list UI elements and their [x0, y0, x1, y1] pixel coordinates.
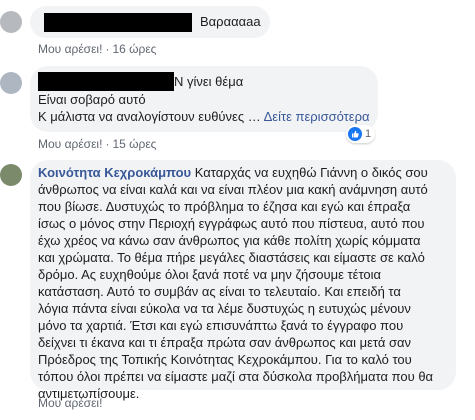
avatar[interactable] — [0, 164, 22, 186]
comment-text: Βαραααaa — [200, 14, 261, 29]
comment-meta: Μου αρέσει! · 16 ώρες — [38, 42, 157, 56]
comment-text-line: Κ μάλιστα να αναλογίστουν ευθύνες … Δείτ… — [38, 109, 370, 124]
comment-3: Κοινότητα Κεχροκάμπου Καταρχάς να ευχηθώ… — [0, 152, 475, 420]
comments-thread: Βαραααaa Μου αρέσει! · 16 ώρες Ν γίνει θέμ… — [0, 0, 475, 420]
like-link[interactable]: Μου αρέσει! — [38, 396, 102, 410]
comment-body: Κοινότητα Κεχροκάμπου Καταρχάς να ευχηθώ… — [38, 164, 450, 402]
timestamp[interactable]: 16 ώρες — [112, 42, 156, 56]
comment-text-line: Ν γίνει θέμα — [174, 74, 244, 89]
comment-2: Ν γίνει θέμα Είναι σοβαρό αυτό Κ μάλιστα… — [0, 62, 475, 152]
redacted-name — [44, 13, 192, 32]
see-more-link[interactable]: Δείτε περισσότερα — [264, 109, 370, 124]
like-link[interactable]: Μου αρέσει! — [38, 137, 102, 151]
like-link[interactable]: Μου αρέσει! — [38, 42, 102, 56]
timestamp[interactable]: 15 ώρες — [112, 137, 156, 151]
comment-text-line: Είναι σοβαρό αυτό — [38, 92, 146, 107]
comment-text-truncated: Κ μάλιστα να αναλογίστουν ευθύνες … — [38, 109, 261, 124]
comment-text: Καταρχάς να ευχηθώ Γιάννη ο δικός σου άν… — [38, 165, 434, 401]
comment-author[interactable]: Κοινότητα Κεχροκάμπου — [38, 165, 191, 180]
thumbs-up-icon — [348, 127, 362, 141]
redacted-name — [38, 72, 174, 91]
comment-1: Βαραααaa Μου αρέσει! · 16 ώρες — [0, 0, 475, 62]
reaction-count-badge[interactable]: 1 — [346, 125, 376, 143]
reaction-count: 1 — [365, 128, 372, 140]
avatar[interactable] — [0, 11, 22, 33]
comment-meta: Μου αρέσει! — [38, 396, 102, 410]
avatar[interactable] — [0, 72, 22, 94]
comment-meta: Μου αρέσει! · 15 ώρες — [38, 137, 157, 151]
